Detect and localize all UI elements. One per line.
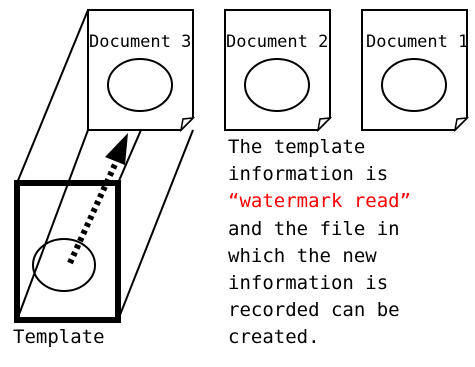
description-line-7: recorded can be (228, 299, 400, 321)
document-3: Document 3 (87, 9, 196, 133)
description-line-5: which the new (228, 245, 377, 267)
document-1-ellipse (381, 58, 447, 112)
template-ellipse (32, 238, 96, 292)
document-2-label: Document 2 (226, 32, 328, 52)
template-label: Template (13, 326, 105, 348)
document-1: Document 1 (361, 9, 470, 133)
read-arrow-shaft (67, 158, 120, 265)
description-line-3-highlight: “watermark read” (228, 190, 411, 212)
document-2: Document 2 (224, 9, 333, 133)
template: Template (13, 180, 121, 348)
document-2-fold-icon (316, 117, 333, 133)
description-line-2: information is (228, 163, 388, 185)
document-2-ellipse (244, 58, 310, 112)
description: The template information is “watermark r… (228, 136, 411, 348)
diagram-svg: Document 3 Document 2 Document 1 Templat… (13, 9, 470, 348)
document-1-label: Document 1 (366, 32, 468, 52)
description-line-8: created. (228, 326, 320, 348)
description-line-6: information is (228, 272, 388, 294)
diagram: Document 3 Document 2 Document 1 Templat… (0, 0, 475, 367)
description-line-4: and the file in (228, 218, 400, 240)
description-line-1: The template (228, 136, 365, 158)
document-1-fold-icon (453, 117, 470, 133)
read-arrow-head-icon (105, 133, 128, 165)
document-3-label: Document 3 (89, 32, 191, 52)
document-3-fold-icon (179, 117, 196, 133)
template-frame (14, 180, 121, 323)
document-3-ellipse (107, 58, 173, 112)
